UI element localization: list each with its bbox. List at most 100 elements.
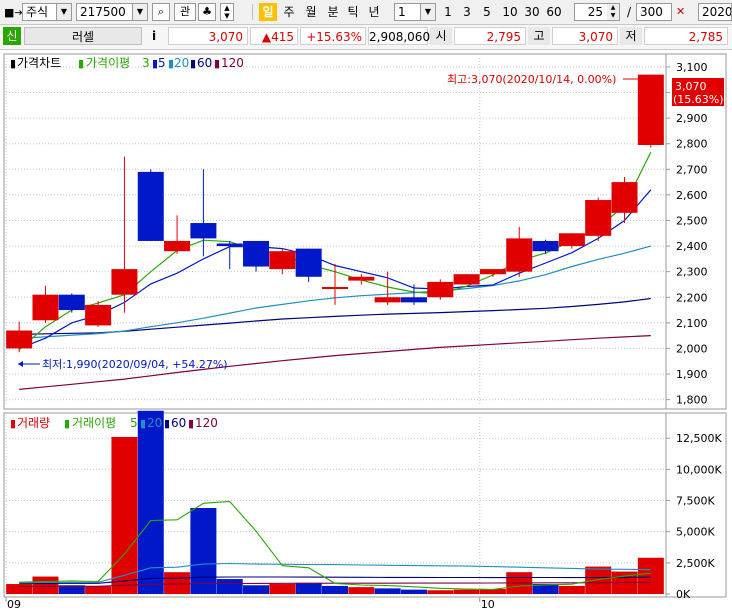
candle-body — [137, 171, 164, 241]
count-slash: / — [626, 5, 632, 19]
chevron-down-icon: ▼ — [56, 4, 71, 20]
search-icon[interactable]: ⌕ — [152, 3, 170, 21]
volume-legend-ma-marker: ▮ — [64, 417, 70, 430]
price-legend-ma60-marker: ▮ — [190, 57, 196, 70]
candle-body — [85, 304, 112, 326]
close-icon[interactable]: ✕ — [676, 5, 685, 18]
gwan-button[interactable]: 관 — [174, 3, 196, 21]
volume-bar — [400, 589, 427, 594]
volume-legend-ma5: 5 — [130, 416, 138, 430]
interval-3-button[interactable]: 3 — [461, 3, 473, 21]
volume-tick-label: 5,000K — [676, 526, 715, 539]
price-tick-label: 2,900 — [676, 112, 708, 125]
total-count-value: 300 — [640, 5, 663, 19]
volume-bar — [111, 436, 138, 594]
volume-tick-label: 7,500K — [676, 495, 715, 508]
volume-legend-ma120-marker: ▮ — [188, 417, 194, 430]
price-legend-ma-marker: ▮ — [78, 57, 84, 70]
volume-bar — [322, 585, 348, 594]
market-select-value: 주식 — [26, 5, 49, 19]
low-price: 2,785 — [644, 27, 728, 45]
stock-code-value: 217500 — [80, 5, 126, 19]
volume-bar — [374, 588, 401, 594]
info-button[interactable]: i — [146, 27, 162, 45]
chevron-down-icon: ▼ — [420, 4, 435, 20]
candle-body — [58, 294, 85, 311]
divider — [252, 4, 253, 20]
volume-bar — [164, 572, 191, 594]
volume-bar — [32, 576, 59, 594]
price-tick-label: 2,800 — [676, 138, 708, 151]
period-day-button[interactable]: 일 — [259, 3, 277, 21]
x-tick-label: 10 — [481, 598, 495, 610]
volume-legend-ma20-marker: ▮ — [140, 417, 146, 430]
main-toolbar: ■⇥ 주식 ▼ 217500 ▼ ⌕ 관 ♣ ▲ ▼ 일 주 월 분 틱 년 1 … — [0, 0, 732, 25]
volume-tick-label: 2,500K — [676, 557, 715, 570]
volume-chart-title: 거래량 — [17, 416, 50, 430]
interval-5-button[interactable]: 5 — [481, 3, 493, 21]
volume-legend-ma60-marker: ▮ — [164, 417, 170, 430]
high-label: 고 — [528, 27, 550, 45]
interval-30-button[interactable]: 30 — [523, 3, 541, 21]
market-select[interactable]: 주식 ▼ — [22, 3, 72, 21]
stock-name: 러셀 — [24, 27, 142, 45]
high-annotation: 최고:3,070(2020/10/14, 0.00%) — [447, 73, 616, 86]
price-legend-ma-label: 가격이평 — [86, 56, 130, 70]
stepper-icon: ▲ ▼ — [607, 4, 619, 20]
toggle-panel-icon[interactable]: ■⇥ — [4, 6, 24, 19]
volume-bar — [216, 579, 243, 594]
candle-body — [637, 74, 664, 145]
trading-volume: 2,908,060 — [368, 27, 430, 45]
last-price-label: 3,070 — [675, 80, 707, 93]
period-year-button[interactable]: 년 — [366, 3, 382, 21]
period-minute-button[interactable]: 분 — [325, 3, 341, 21]
volume-bar — [137, 410, 164, 594]
last-change-label: (15.63%) — [673, 93, 724, 106]
candle-body — [506, 238, 533, 272]
interval-select[interactable]: 1 ▼ — [394, 3, 436, 21]
low-label: 저 — [620, 27, 642, 45]
period-month-button[interactable]: 월 — [303, 3, 319, 21]
candle-body — [243, 240, 270, 267]
volume-bar — [269, 584, 296, 594]
period-tick-button[interactable]: 틱 — [345, 3, 361, 21]
price-legend-ma120: 120 — [221, 56, 244, 70]
interval-1-button[interactable]: 1 — [442, 3, 454, 21]
price-tick-label: 1,900 — [676, 368, 708, 381]
price-tick-label: 2,300 — [676, 266, 708, 279]
candle-body — [479, 269, 506, 275]
price-legend-marker: ▮ — [10, 57, 16, 70]
volume-bar — [295, 582, 322, 594]
price-tick-label: 2,400 — [676, 240, 708, 253]
candle-body — [611, 182, 638, 213]
stock-chart[interactable]: 3,1003,0002,9002,8002,7002,6002,5002,400… — [0, 50, 732, 611]
volume-tick-label: 0K — [676, 588, 691, 601]
chart-background — [0, 50, 732, 610]
candle-body — [6, 330, 33, 349]
volume-bar — [637, 557, 664, 594]
volume-bar — [85, 586, 112, 594]
price-tick-label: 2,000 — [676, 342, 708, 355]
volume-bar — [558, 585, 585, 594]
total-count-input[interactable]: 300 — [636, 3, 672, 21]
interval-10-button[interactable]: 10 — [501, 3, 519, 21]
current-price: 3,070 — [168, 27, 248, 45]
price-tick-label: 2,700 — [676, 163, 708, 176]
volume-legend-ma60: 60 — [171, 416, 186, 430]
candle-body — [400, 297, 427, 303]
stepper-icon[interactable]: ▲ ▼ — [220, 3, 234, 21]
candle-body — [374, 297, 401, 303]
favorite-icon[interactable]: ♣ — [198, 3, 216, 21]
volume-bar — [427, 590, 454, 594]
display-count-input[interactable]: 25 ▲ ▼ — [574, 3, 620, 21]
date-input[interactable]: 2020/ — [698, 3, 732, 21]
candle-body — [322, 287, 348, 290]
candle-body — [427, 281, 454, 298]
volume-legend-ma20: 20 — [147, 416, 162, 430]
price-tick-label: 2,200 — [676, 291, 708, 304]
interval-60-button[interactable]: 60 — [545, 3, 563, 21]
period-week-button[interactable]: 주 — [281, 3, 297, 21]
volume-bar — [453, 589, 480, 594]
stock-code-input[interactable]: 217500 ▼ — [76, 3, 148, 21]
display-count-value: 25 — [587, 5, 603, 19]
